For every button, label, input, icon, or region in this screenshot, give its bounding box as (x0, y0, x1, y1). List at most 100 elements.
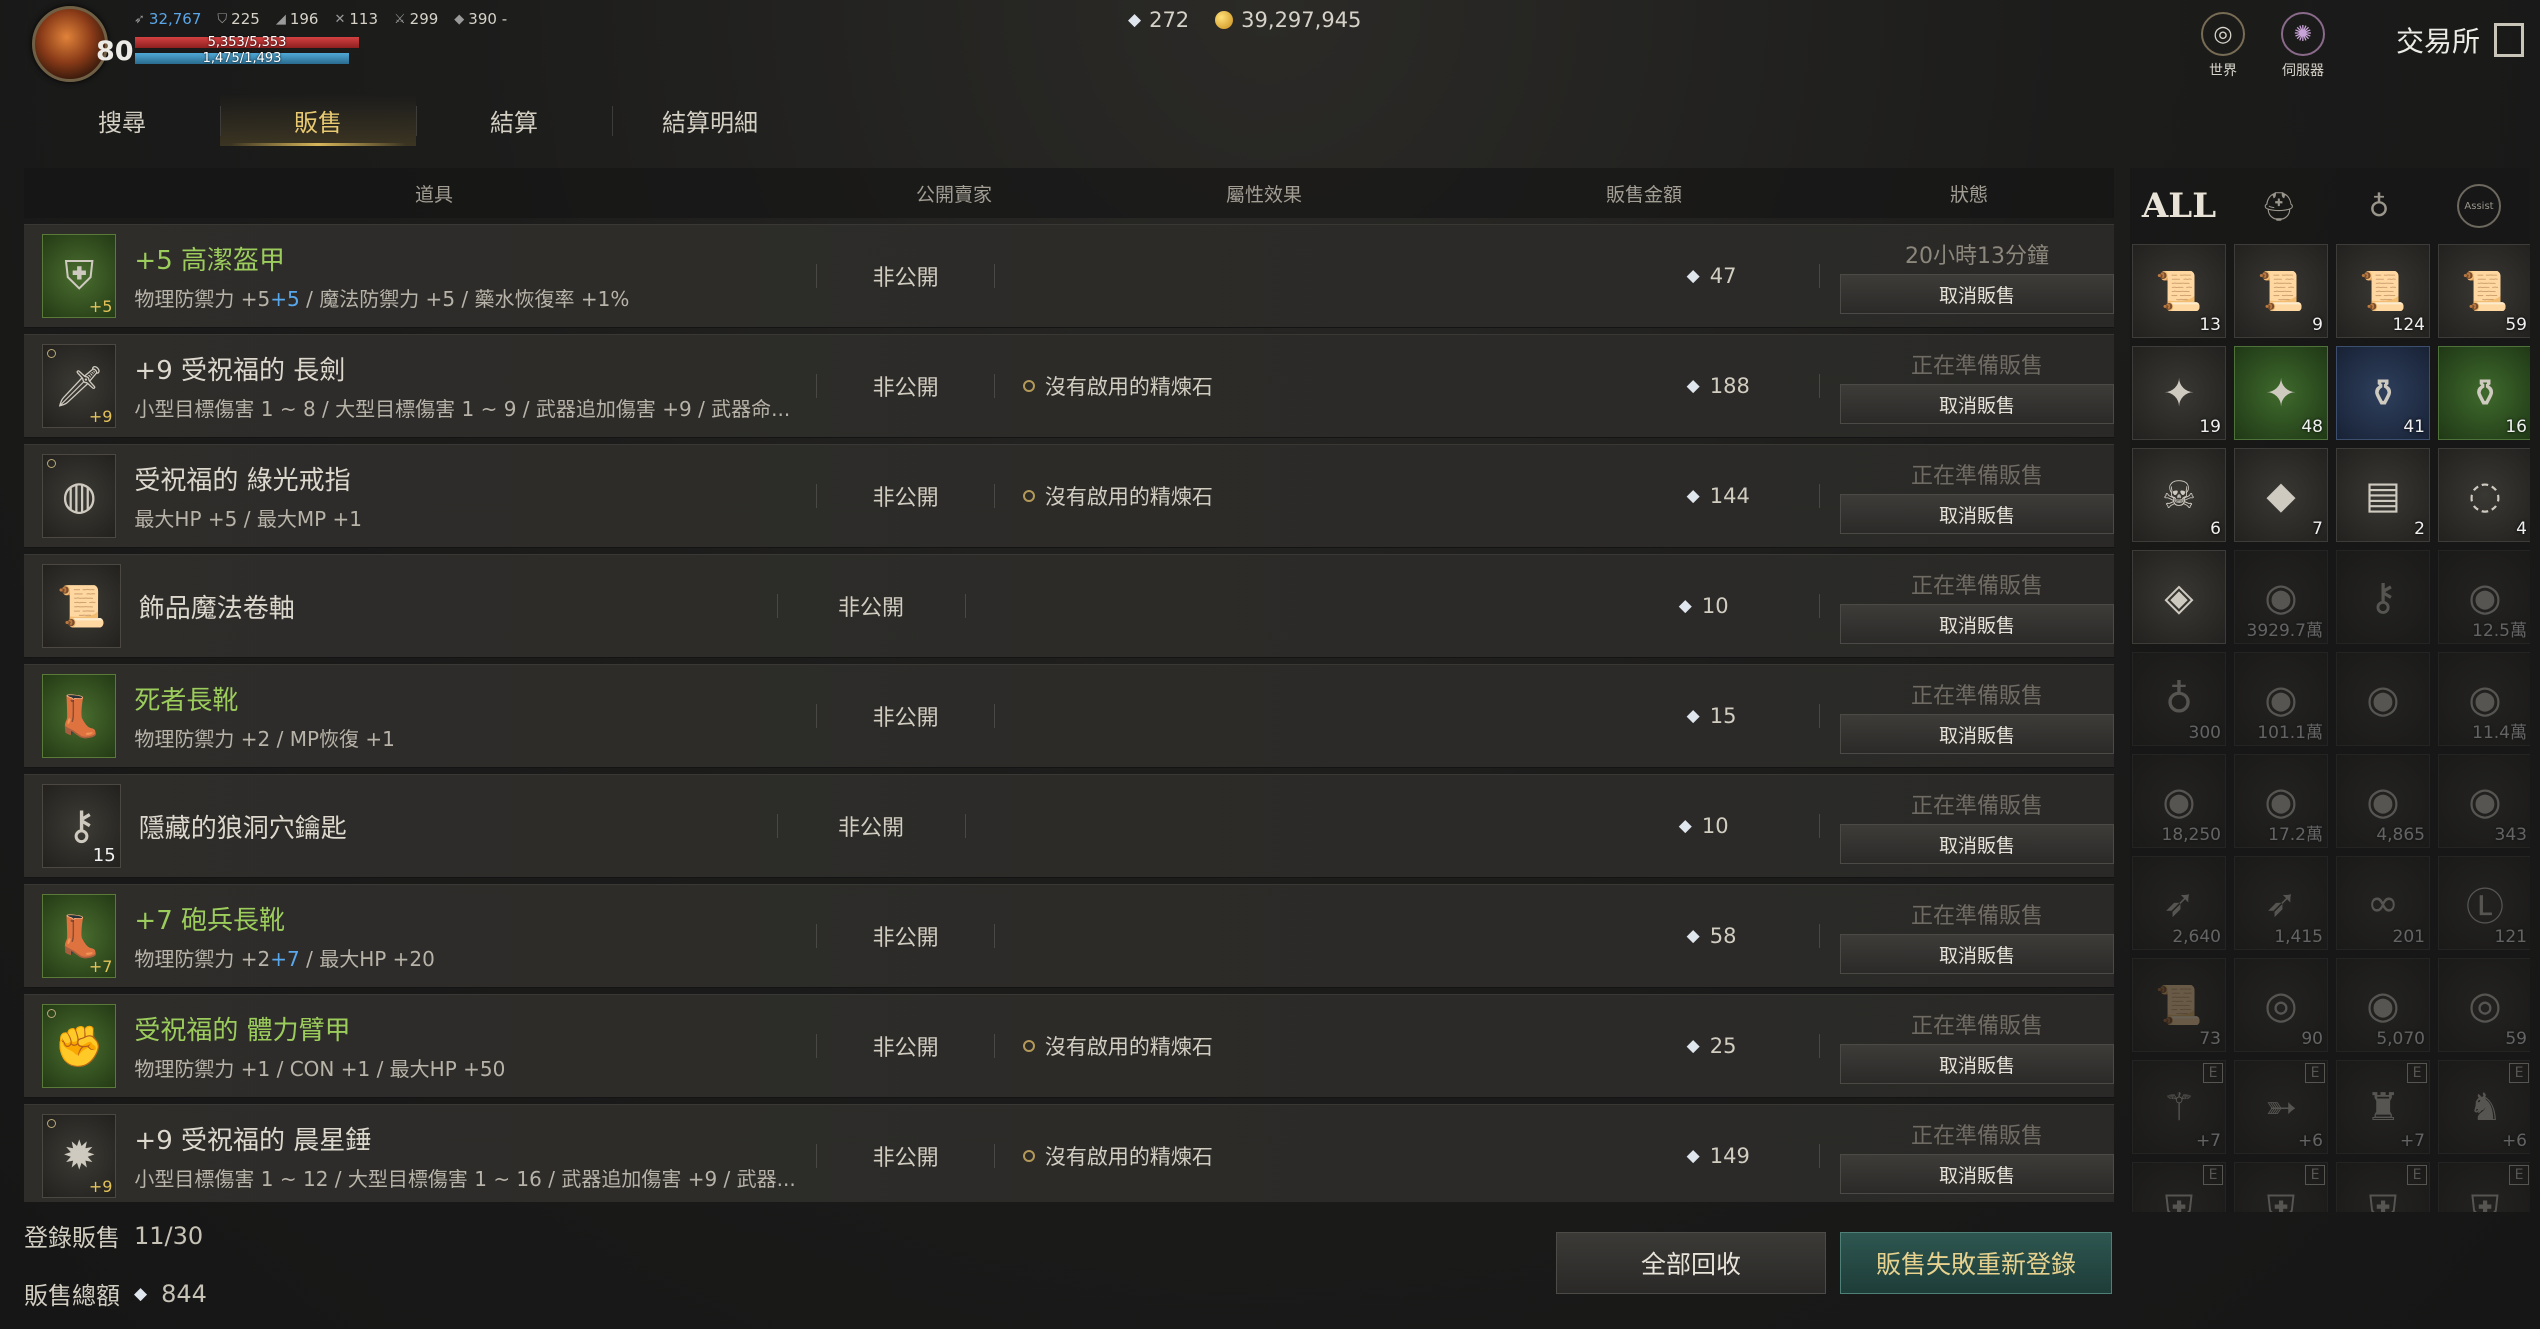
inventory-slot[interactable]: 📜 13 (2132, 244, 2226, 338)
item-thumbnail: ⛨ +5 (42, 234, 117, 318)
public-status: 非公開 (872, 1146, 939, 1171)
exchange-title: 交易所 (2396, 20, 2525, 60)
inventory-slot[interactable]: ◉ 3929.7萬 (2234, 550, 2328, 644)
cancel-sale-button[interactable]: 取消販售 (1840, 714, 2114, 754)
inventory-slot[interactable]: ◉ 18,250 (2132, 754, 2226, 848)
recall-all-button[interactable]: 全部回收 (1556, 1232, 1826, 1294)
inventory-slot[interactable]: 📜 59 (2438, 244, 2530, 338)
cancel-sale-button[interactable]: 取消販售 (1840, 494, 2114, 534)
sale-price: ◆ 10 (1678, 814, 1729, 838)
gold-currency: 39,297,945 (1215, 8, 1361, 32)
inventory-slot[interactable]: ➶ 1,415 (2234, 856, 2328, 950)
item-thumbnail: ✹ +9 (42, 1114, 117, 1198)
inventory-slot[interactable]: ✦ 48 (2234, 346, 2328, 440)
tab-search[interactable]: 搜尋 (24, 94, 220, 146)
inventory-slot[interactable]: ➶ 2,640 (2132, 856, 2226, 950)
world-label: 世界 (2209, 63, 2237, 79)
cancel-sale-button[interactable]: 取消販售 (1840, 274, 2114, 314)
inventory-slot[interactable]: ♞ E +6 (2438, 1060, 2530, 1154)
status-text: 正在準備販售 (1911, 1014, 2044, 1039)
slot-count: 6 (2210, 519, 2221, 539)
inventory-slot[interactable]: ☠ 6 (2132, 448, 2226, 542)
inventory-slot[interactable]: ◎ 90 (2234, 958, 2328, 1052)
inventory-slot[interactable]: ◉ 17.2萬 (2234, 754, 2328, 848)
gem-currency: ◆ 272 (1128, 8, 1190, 32)
table-row[interactable]: 👢 死者長靴 物理防禦力 +2 / MP恢復 +1 非公開 ◆ 15 正在準備販… (24, 664, 2114, 768)
bag-icon[interactable]: ♁ (2344, 180, 2414, 232)
item-info: +9 受祝福的 晨星錘 小型目標傷害 1 ~ 12 / 大型目標傷害 1 ~ 1… (116, 1120, 816, 1192)
inventory-slot[interactable]: ∞ 201 (2336, 856, 2430, 950)
inventory-slot[interactable]: ♜ E +7 (2336, 1060, 2430, 1154)
slot-count: 343 (2494, 825, 2527, 845)
item-name: +9 受祝福的 長劍 (134, 356, 346, 386)
public-status: 非公開 (872, 926, 939, 951)
coin-icon: ◉ (2366, 779, 2400, 823)
inventory-slot[interactable]: ⚱ 41 (2336, 346, 2430, 440)
slot-count: 4,865 (2376, 825, 2425, 845)
inventory-slot[interactable]: ◉ 5,070 (2336, 958, 2430, 1052)
server-button[interactable]: ✺ 伺服器 (2268, 12, 2338, 80)
tab-settle[interactable]: 結算 (416, 94, 612, 146)
cancel-sale-button[interactable]: 取消販售 (1840, 934, 2114, 974)
table-row[interactable]: ✊ 受祝福的 體力臂甲 物理防禦力 +1 / CON +1 / 最大HP +50… (24, 994, 2114, 1098)
inventory-slot[interactable]: ◉ (2336, 652, 2430, 746)
inventory-slot[interactable]: 📜 124 (2336, 244, 2430, 338)
inventory-slot[interactable]: ⚚ E +7 (2132, 1060, 2226, 1154)
gem-icon: ◆ (1686, 706, 1700, 726)
cancel-sale-button[interactable]: 取消販售 (1840, 1154, 2114, 1194)
slot-count: +6 (2501, 1131, 2527, 1151)
helmet-icon[interactable]: ⛑ (2244, 180, 2314, 232)
inventory-slot[interactable]: ▤ 2 (2336, 448, 2430, 542)
cancel-sale-button[interactable]: 取消販售 (1840, 824, 2114, 864)
tab-settle-details[interactable]: 結算明細 (612, 94, 808, 146)
cancel-sale-button[interactable]: 取消販售 (1840, 1044, 2114, 1084)
category-assist[interactable]: Assist (2444, 180, 2514, 232)
inventory-slot[interactable]: ⛨ E (2132, 1162, 2226, 1212)
sale-price: ◆ 58 (1686, 924, 1737, 948)
tab-sell[interactable]: 販售 (220, 94, 416, 146)
inventory-slot[interactable]: ◈ (2132, 550, 2226, 644)
table-row[interactable]: 📜 飾品魔法卷軸 非公開 ◆ 10 正在準備販售 取消販售 (24, 554, 2114, 658)
table-row[interactable]: ◍ 受祝福的 綠光戒指 最大HP +5 / 最大MP +1 非公開 沒有啟用的精… (24, 444, 2114, 548)
table-row[interactable]: ⛨ +5 +5 高潔盔甲 物理防禦力 +5+5 / 魔法防禦力 +5 / 藥水恢… (24, 224, 2114, 328)
table-row[interactable]: ⚷ 15 隱藏的狼洞穴鑰匙 非公開 ◆ 10 正在準備販售 取消販售 (24, 774, 2114, 878)
orb-icon: ◎ (2468, 983, 2502, 1027)
slot-count: 124 (2392, 315, 2425, 335)
category-all[interactable]: ALL (2142, 180, 2216, 232)
inventory-slot[interactable]: ◉ 343 (2438, 754, 2530, 848)
slot-count: 12.5萬 (2472, 621, 2527, 641)
item-name: +7 砲兵長靴 (134, 906, 286, 936)
inventory-slot[interactable]: ◎ 59 (2438, 958, 2530, 1052)
cancel-sale-button[interactable]: 取消販售 (1840, 384, 2114, 424)
player-level: 80 (96, 36, 134, 67)
inventory-slot[interactable]: ⛨ E (2438, 1162, 2530, 1212)
inventory-slot[interactable]: 📜 73 (2132, 958, 2226, 1052)
inventory-slot[interactable]: ◉ 11.4萬 (2438, 652, 2530, 746)
inventory-slot[interactable]: ⚷ (2336, 550, 2430, 644)
relist-failed-button[interactable]: 販售失敗重新登錄 (1840, 1232, 2112, 1294)
table-row[interactable]: 👢 +7 +7 砲兵長靴 物理防禦力 +2+7 / 最大HP +20 非公開 ◆… (24, 884, 2114, 988)
inventory-slot[interactable]: Ⓛ 121 (2438, 856, 2530, 950)
inventory-slot[interactable]: ✦ 19 (2132, 346, 2226, 440)
sale-price: ◆ 188 (1686, 374, 1750, 398)
hp-bar: 5,353/5,353 (134, 35, 360, 50)
inventory-slot[interactable]: ➳ E +6 (2234, 1060, 2328, 1154)
gem-icon: ◆ (1678, 816, 1692, 836)
exit-icon[interactable] (2494, 23, 2525, 57)
cancel-sale-button[interactable]: 取消販售 (1840, 604, 2114, 644)
inventory-slot[interactable]: ⛨ E (2336, 1162, 2430, 1212)
inventory-slot[interactable]: ♁ 300 (2132, 652, 2226, 746)
inventory-slot[interactable]: ⚱ 16 (2438, 346, 2530, 440)
item-thumbnail: ◍ (42, 454, 117, 538)
table-row[interactable]: ✹ +9 +9 受祝福的 晨星錘 小型目標傷害 1 ~ 12 / 大型目標傷害 … (24, 1104, 2114, 1202)
inventory-slot[interactable]: ◉ 4,865 (2336, 754, 2430, 848)
inventory-slot[interactable]: ◆ 7 (2234, 448, 2328, 542)
inventory-slot[interactable]: 📜 9 (2234, 244, 2328, 338)
world-button[interactable]: ◎ 世界 (2188, 12, 2258, 80)
inventory-slot[interactable]: ◌ 4 (2438, 448, 2530, 542)
item-info: +5 高潔盔甲 物理防禦力 +5+5 / 魔法防禦力 +5 / 藥水恢復率 +1… (116, 240, 816, 312)
inventory-slot[interactable]: ◉ 12.5萬 (2438, 550, 2530, 644)
table-row[interactable]: 🗡 +9 +9 受祝福的 長劍 小型目標傷害 1 ~ 8 / 大型目標傷害 1 … (24, 334, 2114, 438)
inventory-slot[interactable]: ◉ 101.1萬 (2234, 652, 2328, 746)
inventory-slot[interactable]: ⛨ E (2234, 1162, 2328, 1212)
